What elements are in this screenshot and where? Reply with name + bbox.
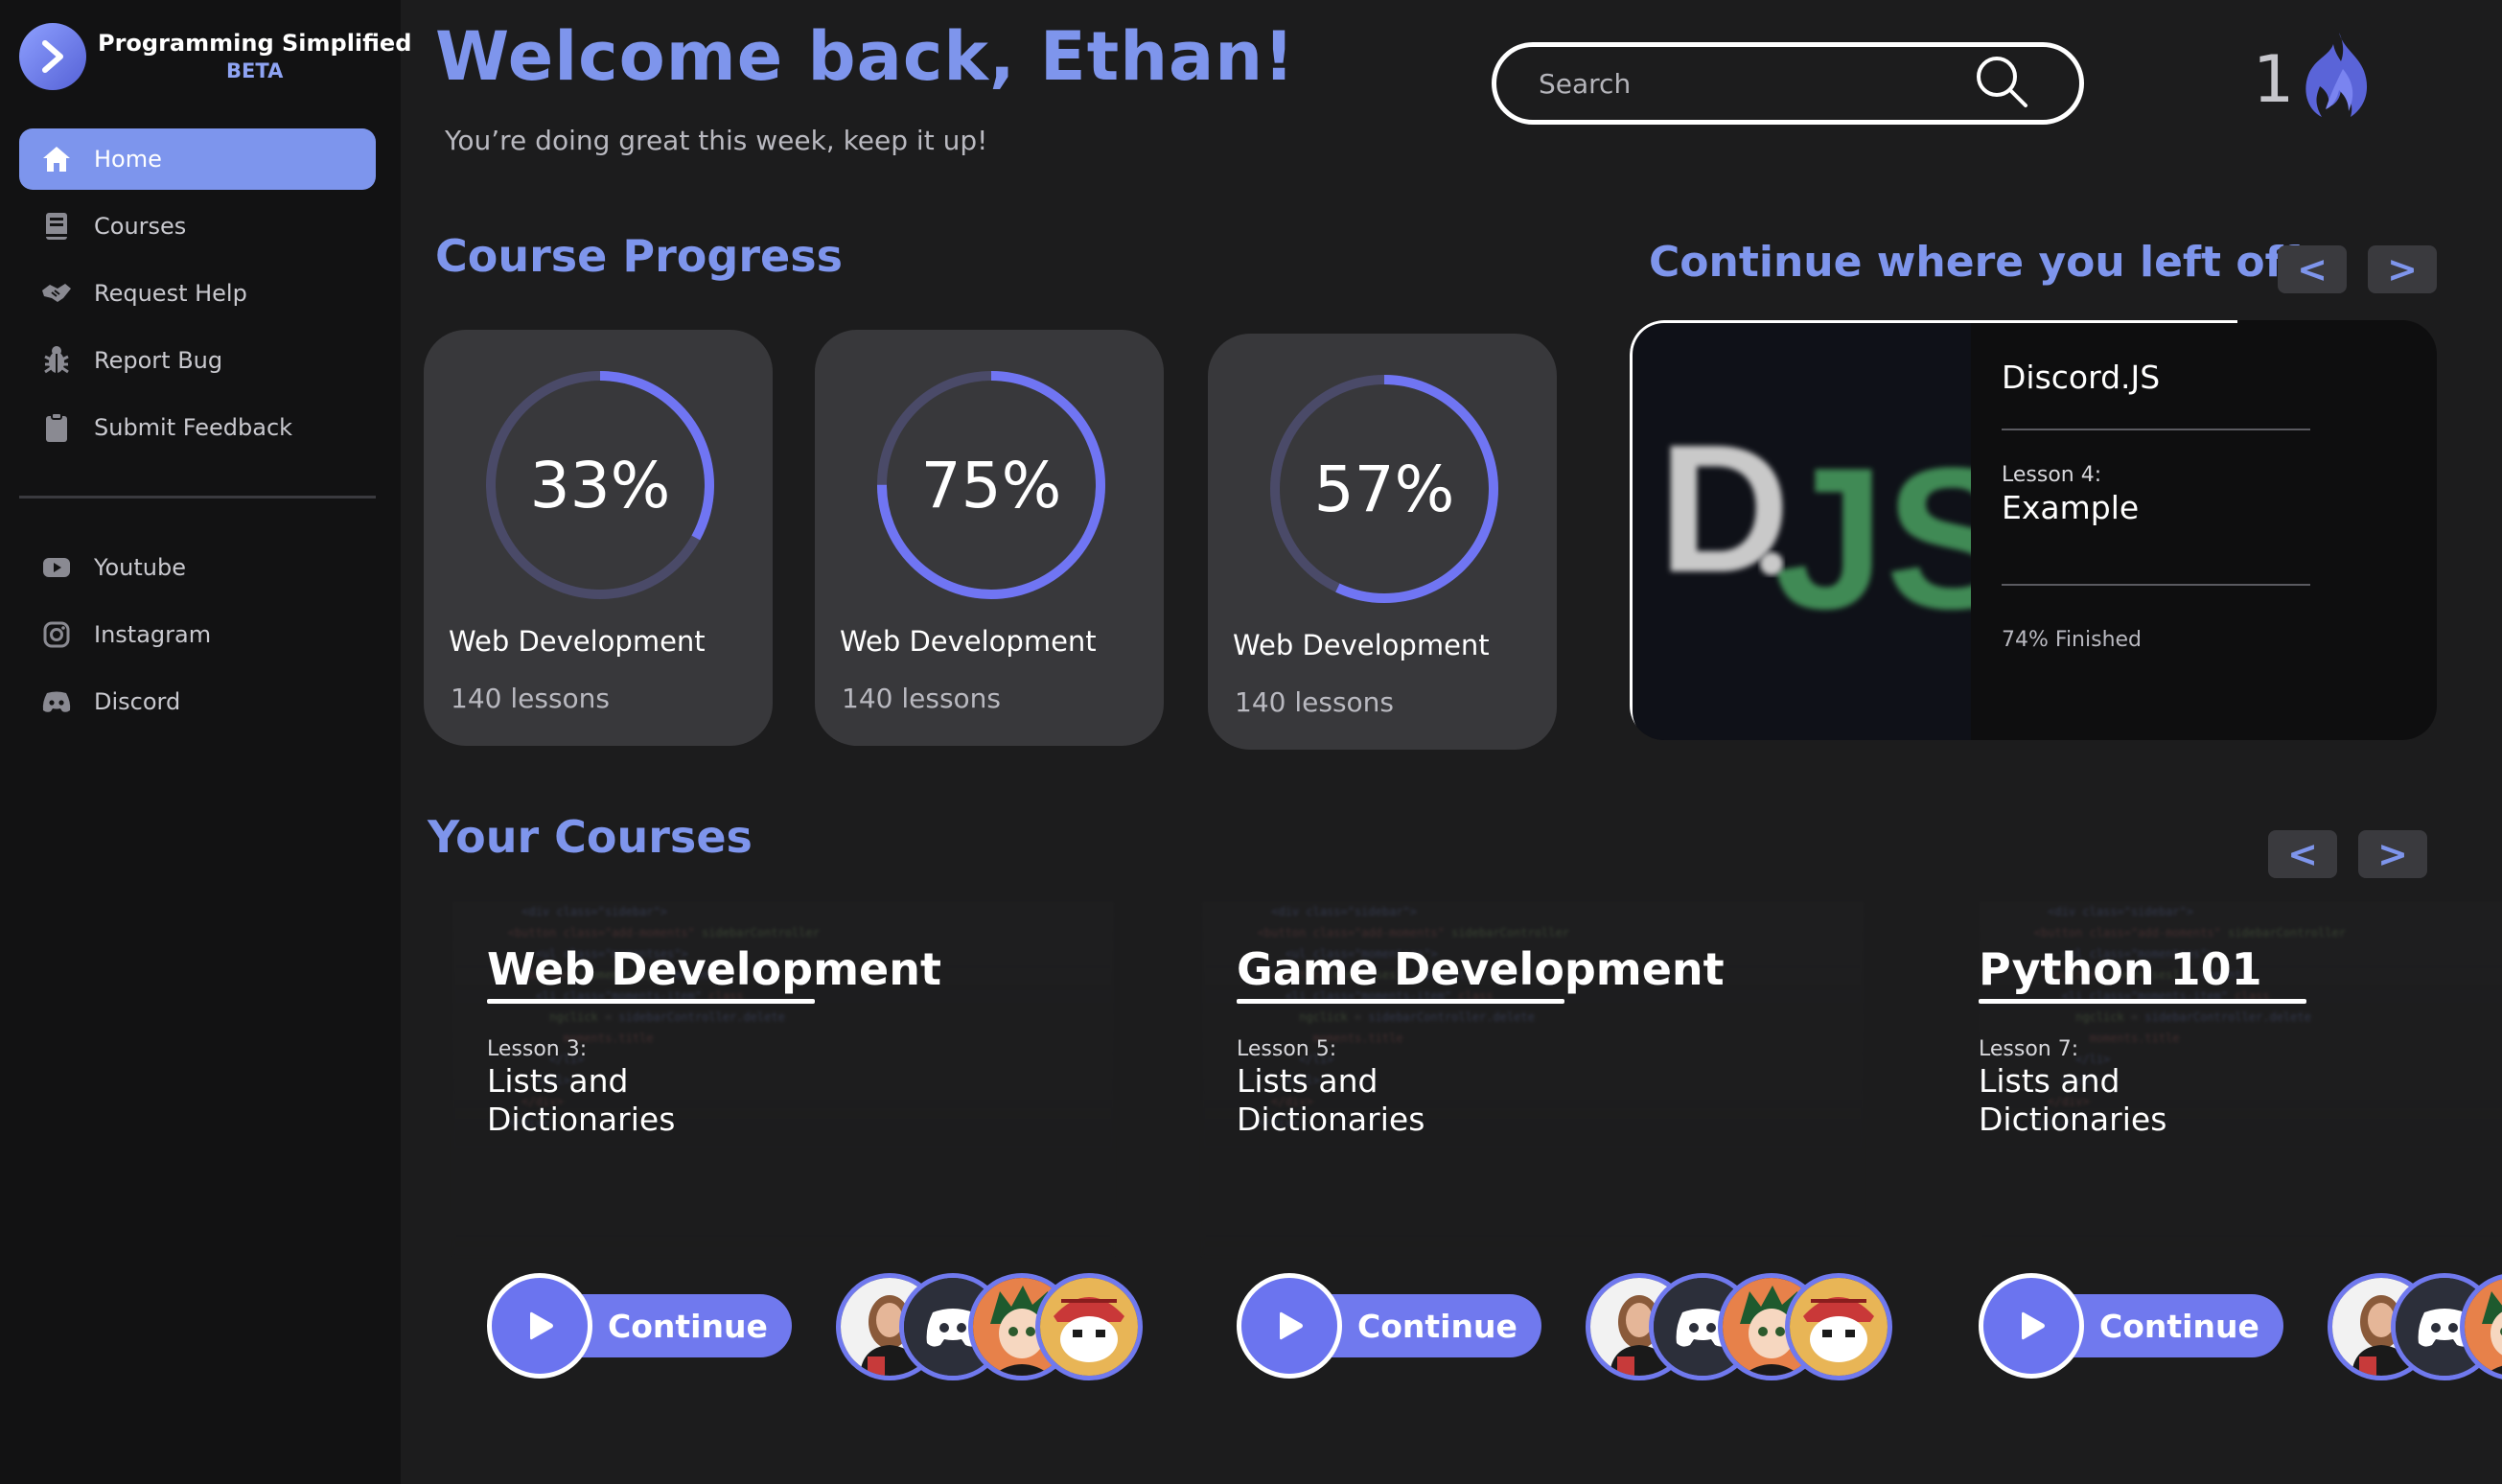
sidebar-item-label: Instagram	[94, 621, 212, 648]
continue-course-name: Discord.JS	[2002, 359, 2161, 396]
social-nav: Youtube Instagram Discord	[19, 537, 376, 738]
page-title: Welcome back, Ethan!	[435, 17, 1296, 96]
sidebar-item-submit-feedback[interactable]: Submit Feedback	[19, 397, 376, 458]
progress-card[interactable]: 75% Web Development 140 lessons	[815, 330, 1164, 746]
clipboard-icon	[40, 411, 73, 444]
continue-lesson-title: Example	[2002, 489, 2140, 526]
progress-percent: 75%	[920, 448, 1062, 522]
beta-badge: BETA	[226, 59, 284, 82]
sidebar-item-request-help[interactable]: Request Help	[19, 263, 376, 324]
course-lesson-title: Lists and Dictionaries	[1979, 1062, 2167, 1138]
search-bar	[1492, 42, 2084, 125]
avatar-cartoon	[1785, 1273, 1892, 1380]
youtube-icon	[40, 551, 73, 584]
divider	[2002, 584, 2310, 586]
bug-icon	[40, 344, 73, 377]
play-icon	[1979, 1273, 2084, 1379]
continue-prev-button[interactable]: <	[2278, 245, 2347, 293]
sidebar-item-instagram[interactable]: Instagram	[19, 604, 376, 665]
sidebar-item-label: Report Bug	[94, 347, 223, 374]
course-progress-heading: Course Progress	[435, 230, 843, 282]
courses-prev-button[interactable]: <	[2268, 830, 2337, 878]
continue-lesson-number: Lesson 4:	[2002, 463, 2102, 487]
course-title: Web Development	[487, 943, 941, 995]
sidebar-divider	[19, 496, 376, 499]
search-icon[interactable]	[1974, 54, 2029, 113]
avatar-group[interactable]	[1586, 1273, 1892, 1380]
handshake-icon	[40, 277, 73, 310]
progress-course-name: Web Development	[1233, 629, 1490, 661]
sidebar-item-label: Home	[94, 146, 162, 173]
instagram-icon	[40, 618, 73, 651]
sidebar: Programming Simplified BETA Home Courses…	[0, 0, 411, 1484]
continue-button[interactable]: Continue	[1237, 1273, 1541, 1379]
course-card[interactable]: <div class="sidebar"> <button class="add…	[452, 901, 1158, 1400]
continue-button[interactable]: Continue	[487, 1273, 792, 1379]
discord-icon	[40, 685, 73, 718]
title-underline	[487, 999, 815, 1004]
logo-letter-d: D	[1658, 407, 1790, 611]
sidebar-item-discord[interactable]: Discord	[19, 671, 376, 732]
progress-card[interactable]: 33% Web Development 140 lessons	[424, 330, 773, 746]
continue-finished-status: 74% Finished	[2002, 628, 2143, 652]
sidebar-item-label: Courses	[94, 213, 187, 240]
course-lesson-number: Lesson 3:	[487, 1037, 588, 1061]
progress-lesson-count: 140 lessons	[451, 683, 610, 714]
avatar-group[interactable]	[836, 1273, 1143, 1380]
avatar-group[interactable]	[2328, 1273, 2502, 1380]
progress-course-name: Web Development	[449, 625, 706, 658]
course-title: Game Development	[1237, 943, 1725, 995]
discordjs-logo: D JS	[1630, 320, 1971, 740]
sidebar-item-home[interactable]: Home	[19, 128, 376, 190]
streak-count: 1	[2253, 42, 2295, 118]
your-courses-heading: Your Courses	[428, 811, 753, 863]
course-lesson-number: Lesson 5:	[1237, 1037, 1337, 1061]
home-icon	[40, 143, 73, 175]
course-title: Python 101	[1979, 943, 2262, 995]
progress-lesson-count: 140 lessons	[842, 683, 1001, 714]
brand[interactable]: Programming Simplified BETA	[19, 23, 411, 90]
progress-course-name: Web Development	[840, 625, 1097, 658]
brand-name: Programming Simplified	[98, 30, 412, 57]
progress-card[interactable]: 57% Web Development 140 lessons	[1208, 334, 1557, 750]
avatar-cartoon	[1035, 1273, 1143, 1380]
courses-next-button[interactable]: >	[2358, 830, 2427, 878]
play-icon	[487, 1273, 592, 1379]
course-lesson-title: Lists and Dictionaries	[487, 1062, 676, 1138]
title-underline	[1979, 999, 2306, 1004]
continue-heading: Continue where you left off...	[1649, 238, 2348, 287]
progress-percent: 33%	[529, 448, 671, 522]
sidebar-item-report-bug[interactable]: Report Bug	[19, 330, 376, 391]
continue-next-button[interactable]: >	[2368, 245, 2437, 293]
play-icon	[1237, 1273, 1342, 1379]
course-lesson-title: Lists and Dictionaries	[1237, 1062, 1425, 1138]
sidebar-item-youtube[interactable]: Youtube	[19, 537, 376, 598]
book-icon	[40, 210, 73, 243]
logo-letters-js: JS	[1773, 426, 1971, 651]
course-card[interactable]: <div class="sidebar"> <button class="add…	[1202, 901, 1908, 1400]
progress-percent: 57%	[1313, 452, 1455, 526]
progress-lesson-count: 140 lessons	[1235, 686, 1394, 718]
sidebar-item-courses[interactable]: Courses	[19, 196, 376, 257]
course-lesson-number: Lesson 7:	[1979, 1037, 2079, 1061]
sidebar-item-label: Discord	[94, 688, 181, 715]
divider	[2002, 429, 2310, 430]
continue-button[interactable]: Continue	[1979, 1273, 2283, 1379]
search-input[interactable]	[1539, 67, 1974, 100]
brand-logo-icon	[19, 23, 86, 90]
sidebar-item-label: Youtube	[94, 554, 186, 581]
title-underline	[1237, 999, 1564, 1004]
course-card[interactable]: <div class="sidebar"> <button class="add…	[1979, 901, 2502, 1400]
sidebar-item-label: Submit Feedback	[94, 414, 293, 441]
flame-icon	[2301, 31, 2375, 125]
page-subtitle: You’re doing great this week, keep it up…	[445, 125, 988, 156]
continue-card[interactable]: D JS Discord.JS Lesson 4: Example 74% Fi…	[1630, 320, 2437, 740]
sidebar-item-label: Request Help	[94, 280, 247, 307]
main-nav: Home Courses Request Help Report Bug Sub…	[19, 128, 376, 464]
